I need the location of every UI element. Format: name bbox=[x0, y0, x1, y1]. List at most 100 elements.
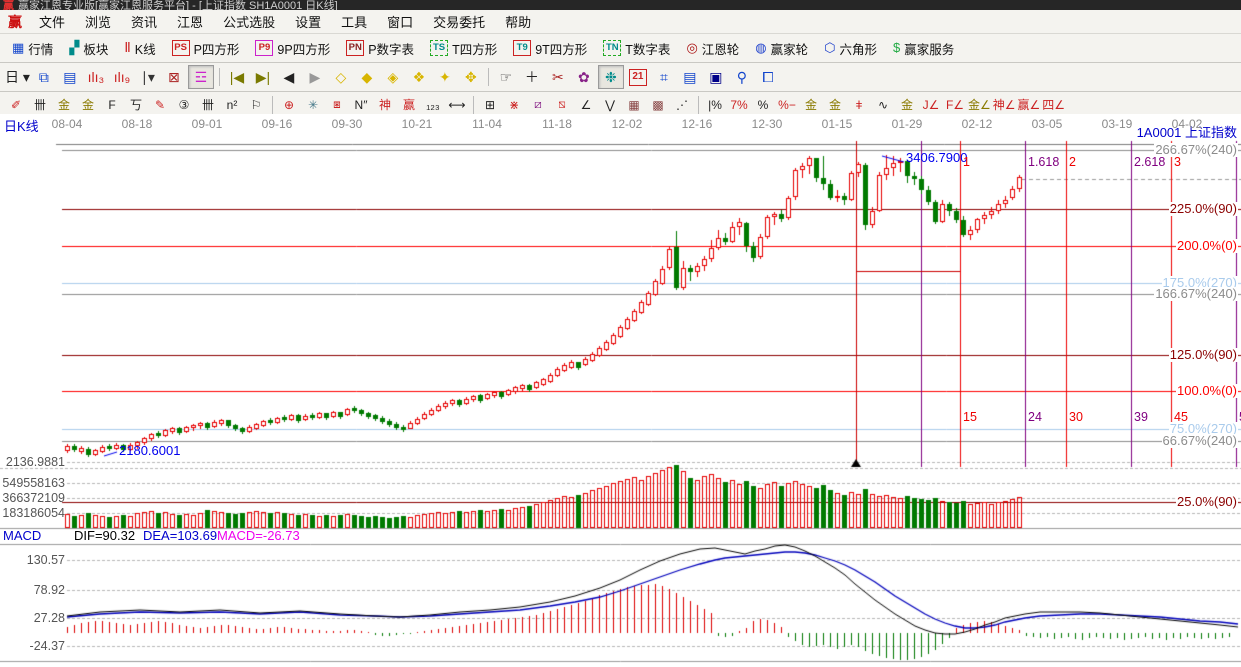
measure-cut-icon[interactable]: ✂ bbox=[546, 66, 570, 88]
percent-icon[interactable]: % bbox=[752, 95, 774, 114]
gold-double-line-icon[interactable]: 金 bbox=[896, 95, 918, 114]
winner-wheel-button-button[interactable]: ◍赢家轮 bbox=[747, 36, 816, 60]
sector-button-button[interactable]: ▞板块 bbox=[61, 36, 116, 60]
save-icon[interactable]: ▣ bbox=[704, 66, 728, 88]
flag-tool-icon[interactable]: ⚐ bbox=[245, 95, 267, 114]
f-ruler-icon[interactable]: F bbox=[101, 95, 123, 114]
ying-angle-icon[interactable]: 赢∠ bbox=[1018, 95, 1041, 114]
parallel-lines-icon[interactable]: ⋰ bbox=[671, 95, 693, 114]
magnet-tool-icon[interactable]: ✿ bbox=[572, 66, 596, 88]
next-bar-icon[interactable]: ▶ bbox=[303, 66, 327, 88]
angle-lines-icon[interactable]: ∠ bbox=[575, 95, 597, 114]
gold-angle-icon[interactable]: 金∠ bbox=[968, 95, 991, 114]
bars-9-icon[interactable]: ılı₉ bbox=[110, 66, 134, 88]
width-measure-icon[interactable]: ⟷ bbox=[446, 95, 468, 114]
gann-expand-all-icon[interactable]: ✥ bbox=[459, 66, 483, 88]
bars-3-icon[interactable]: ılı₃ bbox=[84, 66, 108, 88]
menu-item-0[interactable]: 文件 bbox=[29, 10, 75, 33]
candle-style-icon[interactable]: ∣▾ bbox=[136, 66, 160, 88]
n2-ruler-icon[interactable]: n² bbox=[221, 95, 243, 114]
last-page-icon[interactable]: ▶| bbox=[251, 66, 275, 88]
grid-tool-icon[interactable]: ▦ bbox=[623, 95, 645, 114]
marker-knife-icon[interactable]: ✐ bbox=[5, 95, 27, 114]
period-selector-icon[interactable]: 日 ▾ bbox=[5, 66, 30, 88]
f-angle-icon[interactable]: F∠ bbox=[944, 95, 966, 114]
prev-bar-icon[interactable]: ◀ bbox=[277, 66, 301, 88]
menu-item-7[interactable]: 窗口 bbox=[377, 10, 423, 33]
gold-circle-icon[interactable]: 金 bbox=[800, 95, 822, 114]
pan-hand-icon[interactable]: ☞ bbox=[494, 66, 518, 88]
menu-item-8[interactable]: 交易委托 bbox=[423, 10, 495, 33]
monitor-icon[interactable]: ⧠ bbox=[756, 66, 780, 88]
grid-dense-icon[interactable]: ▩ bbox=[647, 95, 669, 114]
ying-ruler-icon[interactable]: 赢 bbox=[398, 95, 420, 114]
target-dots-icon[interactable]: ✳ bbox=[302, 95, 324, 114]
fan-red-icon[interactable]: ⋇ bbox=[503, 95, 525, 114]
notes-icon[interactable]: ▤ bbox=[678, 66, 702, 88]
j-angle-icon[interactable]: J∠ bbox=[920, 95, 942, 114]
crosshair-icon[interactable]: ＋ bbox=[520, 66, 544, 88]
gold-line-icon[interactable]: 金 bbox=[824, 95, 846, 114]
target-red-icon[interactable]: ⊕ bbox=[278, 95, 300, 114]
brush-vertical-icon[interactable]: ǂ bbox=[848, 95, 870, 114]
first-page-icon[interactable]: |◀ bbox=[225, 66, 249, 88]
red-pen-icon[interactable]: ✎ bbox=[149, 95, 171, 114]
percent-ruler-icon[interactable]: |% bbox=[704, 95, 726, 114]
gann-ruler-icon[interactable]: 卌 bbox=[29, 95, 51, 114]
kline-canvas[interactable] bbox=[0, 114, 1241, 667]
quote-button-button[interactable]: ▦行情 bbox=[4, 36, 61, 60]
number-ruler-icon[interactable]: ₁₂₃ bbox=[422, 95, 444, 114]
gann-wheel-button-button[interactable]: ◎江恩轮 bbox=[678, 36, 747, 60]
hexagon-button-icon: ⬡ bbox=[824, 41, 835, 55]
calculator-icon[interactable]: ⌗ bbox=[652, 66, 676, 88]
t-square-button-button[interactable]: TST四方形 bbox=[422, 36, 505, 60]
v-lines-icon[interactable]: ⋁ bbox=[599, 95, 621, 114]
menu-item-2[interactable]: 资讯 bbox=[121, 10, 167, 33]
box-tool-icon[interactable]: ⊞ bbox=[479, 95, 501, 114]
menu-item-5[interactable]: 设置 bbox=[285, 10, 331, 33]
pattern-tool-icon[interactable]: ⊠ bbox=[162, 66, 186, 88]
menu-item-3[interactable]: 江恩 bbox=[167, 10, 213, 33]
menu-item-6[interactable]: 工具 bbox=[331, 10, 377, 33]
fan-box-red-icon[interactable]: ⧅ bbox=[551, 95, 573, 114]
macd-indicator-label[interactable]: MACD bbox=[3, 529, 41, 543]
fan-box-purple-icon[interactable]: ⧄ bbox=[527, 95, 549, 114]
shen-ruler-icon[interactable]: 神 bbox=[374, 95, 396, 114]
circle-3-tool-icon[interactable]: ③ bbox=[173, 95, 195, 114]
t9-square-button-button[interactable]: T99T四方形 bbox=[505, 36, 595, 60]
shen-angle-icon[interactable]: 神∠ bbox=[993, 95, 1016, 114]
menu-item-1[interactable]: 浏览 bbox=[75, 10, 121, 33]
gann-step-left-icon[interactable]: ◇ bbox=[329, 66, 353, 88]
percent-7-icon[interactable]: 7% bbox=[728, 95, 750, 114]
gold-ruler-1-icon[interactable]: 金 bbox=[53, 95, 75, 114]
winner-service-button-button[interactable]: $赢家服务 bbox=[885, 36, 962, 60]
p-square-button-button[interactable]: PSP四方形 bbox=[164, 36, 248, 60]
percent-line-icon[interactable]: %− bbox=[776, 95, 798, 114]
p-number-button-button[interactable]: PNP数字表 bbox=[338, 36, 422, 60]
plain-ruler-icon[interactable]: 卌 bbox=[197, 95, 219, 114]
hexagon-button-button[interactable]: ⬡六角形 bbox=[816, 36, 885, 60]
smart-tool-icon[interactable]: ❉ bbox=[598, 65, 624, 89]
gold-ruler-2-icon[interactable]: 金 bbox=[77, 95, 99, 114]
hook-tool-icon[interactable]: 丂 bbox=[125, 95, 147, 114]
volume-view-icon[interactable]: ☲ bbox=[188, 65, 214, 89]
menu-item-4[interactable]: 公式选股 bbox=[213, 10, 285, 33]
p9-square-button-button[interactable]: P99P四方形 bbox=[247, 36, 338, 60]
zoom-region-icon[interactable]: ⧉ bbox=[32, 66, 56, 88]
gann-h-expand-icon[interactable]: ◈ bbox=[381, 66, 405, 88]
gann-step-right-icon[interactable]: ◆ bbox=[355, 66, 379, 88]
calendar-icon[interactable]: 21 bbox=[626, 66, 650, 88]
target-box-icon[interactable]: ⧆ bbox=[326, 95, 348, 114]
t-number-button-button[interactable]: TNT数字表 bbox=[595, 36, 678, 60]
wave-a-icon[interactable]: ∿ bbox=[872, 95, 894, 114]
kline-button-button[interactable]: ⅡK线 bbox=[116, 36, 163, 60]
si-angle-icon[interactable]: 四∠ bbox=[1042, 95, 1065, 114]
info-panel-icon[interactable]: ▤ bbox=[58, 66, 82, 88]
stock-finder-icon[interactable]: ⚲ bbox=[730, 66, 754, 88]
gann-cross-icon[interactable]: ❖ bbox=[407, 66, 431, 88]
wave-marker-icon[interactable]: Ν″ bbox=[350, 95, 372, 114]
date-axis-label: 01-29 bbox=[887, 117, 927, 131]
menu-item-9[interactable]: 帮助 bbox=[495, 10, 541, 33]
toolbar-separator bbox=[698, 96, 699, 114]
gann-star-icon[interactable]: ✦ bbox=[433, 66, 457, 88]
